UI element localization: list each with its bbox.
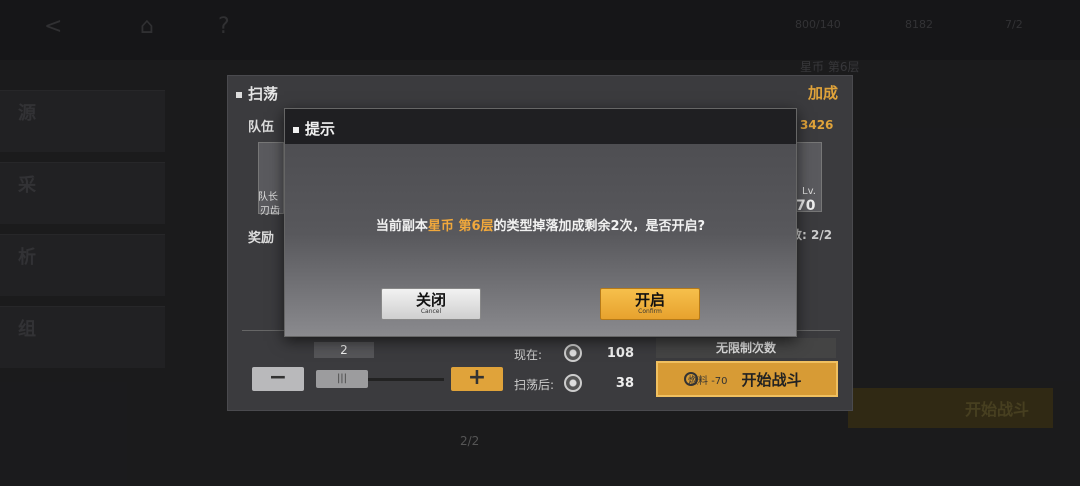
fuel-icon (684, 372, 698, 386)
bonus-label[interactable]: 加成 (808, 82, 838, 103)
level-value: 70 (796, 198, 816, 214)
sweep-title: 扫荡 (236, 83, 278, 104)
dialog-title: 提示 (293, 118, 335, 139)
after-label: 扫荡后: (514, 378, 555, 392)
bottom-count: 2/2 (460, 434, 480, 448)
decrease-button[interactable]: − (252, 367, 304, 391)
stage-highlight: 星币 第6层 (427, 219, 494, 234)
close-button[interactable]: 关闭 Cancel (381, 288, 481, 320)
slider-knob[interactable]: ||| (316, 370, 368, 388)
fuel-gear-icon (564, 344, 582, 362)
enable-button[interactable]: 开启 Confirm (600, 288, 700, 320)
score-value: 3426 (800, 118, 834, 132)
dialog-header: 提示 (285, 109, 796, 144)
increase-button[interactable]: + (451, 367, 503, 391)
sweep-count: 2 (314, 342, 374, 358)
captain-label: 队长 (258, 192, 278, 203)
current-label: 现在: (514, 348, 543, 362)
fuel-gear-icon-2 (564, 374, 582, 392)
dialog-message: 当前副本星币 第6层的类型掉落加成剩余2次，是否开启? (375, 219, 706, 234)
start-battle-button[interactable]: 燃料 -70 开始战斗 (656, 361, 838, 397)
start-label: 开始战斗 (741, 370, 802, 389)
prompt-dialog: 提示 当前副本星币 第6层的类型掉落加成剩余2次，是否开启? 关闭 Cancel… (284, 108, 797, 337)
member-name: 刃齿 (260, 206, 280, 217)
unlimited-label: 无限制次数 (656, 338, 836, 358)
team-label: 队伍 (248, 120, 275, 135)
reward-label: 奖励 (248, 231, 275, 246)
level-label: Lv. (802, 186, 816, 197)
current-value: 108 (606, 346, 634, 361)
after-value: 38 (615, 376, 634, 391)
